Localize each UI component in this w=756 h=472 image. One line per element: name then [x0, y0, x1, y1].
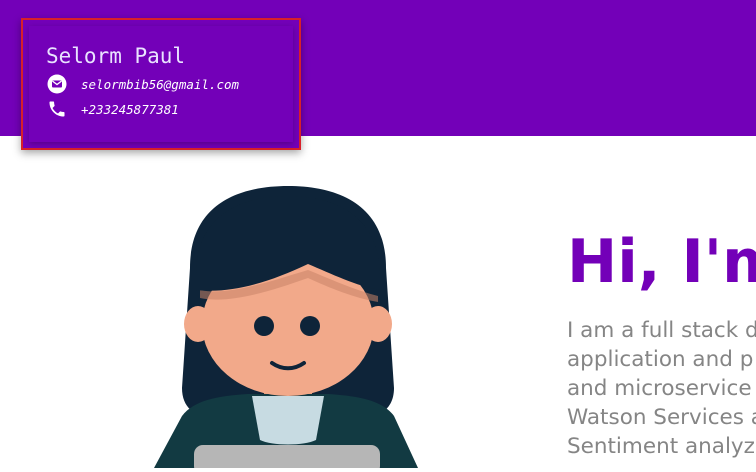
avatar-illustration [148, 178, 428, 472]
hero-description: I am a full stack d application and p an… [567, 316, 756, 461]
hero-description-line: Sentiment analyz [567, 434, 755, 459]
hero-description-line: I am a full stack d [567, 318, 756, 343]
hero-title: Hi, I'm [567, 227, 756, 297]
hero-description-line: and microservice [567, 376, 752, 401]
hero-description-line: Watson Services a [567, 405, 756, 430]
contact-phone-row[interactable]: +233245877381 [47, 98, 179, 120]
hero-description-line: application and p [567, 347, 754, 372]
contact-email-row[interactable]: selormbib56@gmail.com [47, 73, 239, 95]
contact-email-link[interactable]: selormbib56@gmail.com [81, 77, 239, 92]
contact-phone-link[interactable]: +233245877381 [81, 102, 179, 117]
envelope-icon [47, 74, 67, 94]
contact-name: Selorm Paul [46, 44, 186, 68]
contact-card: Selorm Paul selormbib56@gmail.com +23324… [21, 18, 301, 150]
phone-icon [47, 99, 67, 119]
